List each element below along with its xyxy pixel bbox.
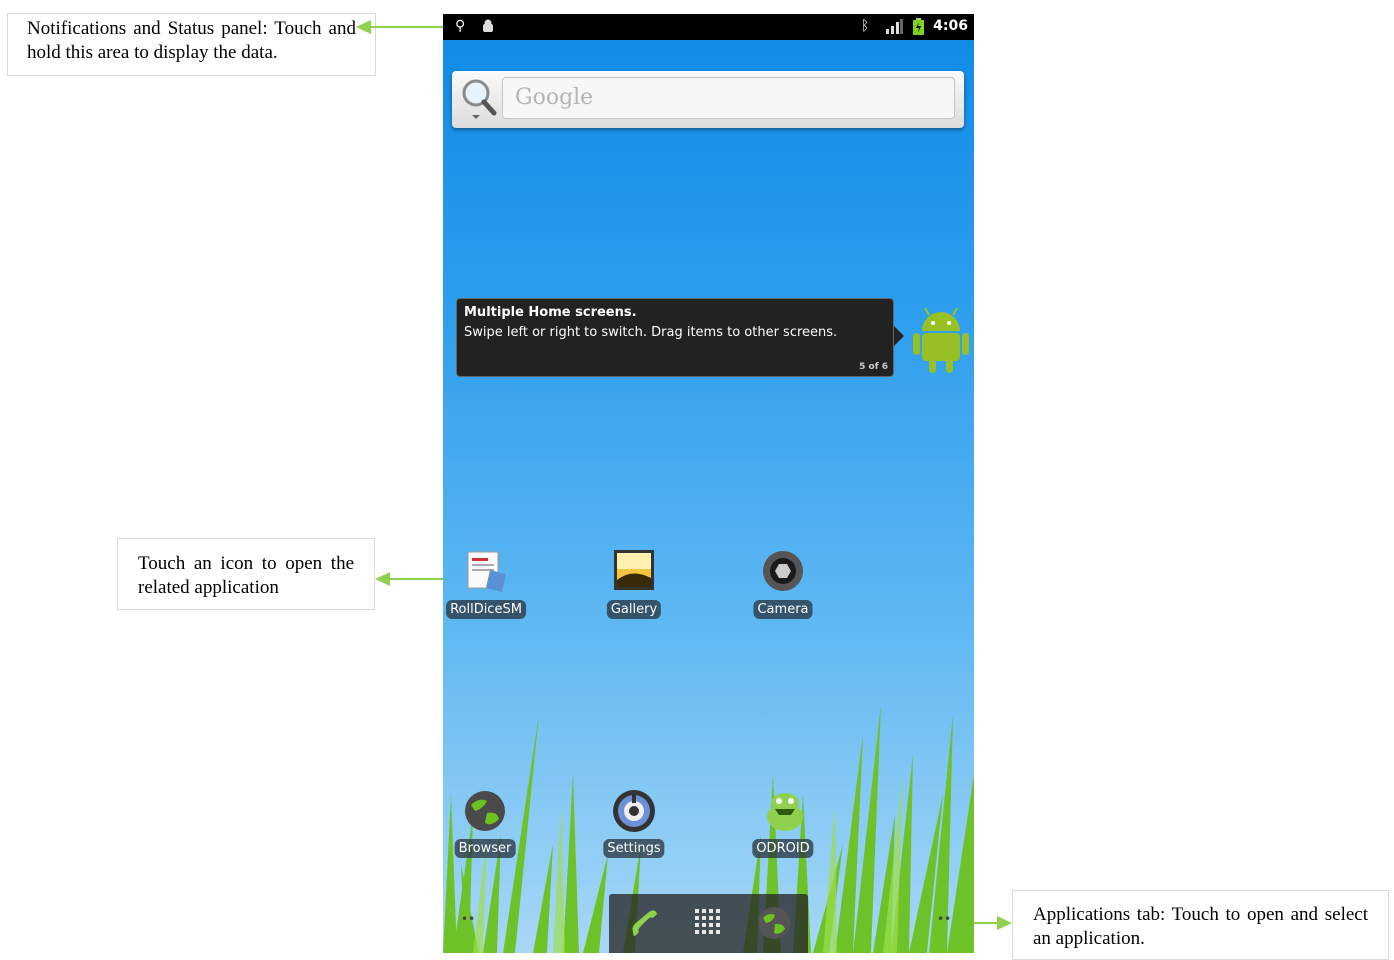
settings-icon xyxy=(612,789,656,833)
app-camera[interactable]: Camera xyxy=(738,550,828,630)
signal-icon xyxy=(885,19,903,38)
google-search-widget[interactable]: Google xyxy=(452,71,964,128)
home-screen[interactable]: ⚲ ᛒ 4:06 Google Multiple Home screens. S… xyxy=(443,14,974,953)
browser-icon xyxy=(463,789,507,833)
apps-connector-arrow xyxy=(997,916,1012,930)
status-connector-arrow xyxy=(356,20,371,34)
tooltip-body: Swipe left or right to switch. Drag item… xyxy=(464,325,838,340)
phone-icon[interactable] xyxy=(627,906,661,944)
dock-bar xyxy=(609,894,808,953)
home-screens-tooltip: Multiple Home screens. Swipe left or rig… xyxy=(456,298,894,377)
app-settings[interactable]: Settings xyxy=(589,789,679,869)
right-page-indicator[interactable]: •• xyxy=(937,912,951,926)
apps-tab-annotation: Applications tab: Touch to open and sele… xyxy=(1012,890,1389,960)
app-label-gallery: Gallery xyxy=(606,600,662,619)
icon-connector-arrow xyxy=(375,572,390,586)
battery-icon xyxy=(913,18,924,39)
dock-browser-icon[interactable] xyxy=(757,906,791,944)
status-connector-line xyxy=(370,26,452,28)
app-label-rolldicesm: RollDiceSM xyxy=(446,600,526,619)
tooltip-tail xyxy=(894,326,904,346)
status-panel-annotation: Notifications and Status panel: Touch an… xyxy=(7,13,376,76)
rolldice-icon xyxy=(464,550,508,594)
search-input[interactable]: Google xyxy=(502,77,955,119)
app-label-odroid: ODROID xyxy=(752,839,814,858)
status-bar[interactable]: ⚲ ᛒ 4:06 xyxy=(443,14,974,40)
app-browser[interactable]: Browser xyxy=(443,789,530,869)
odroid-icon xyxy=(761,789,805,833)
camera-icon xyxy=(761,550,805,594)
app-drawer-icon[interactable] xyxy=(695,909,721,939)
usb-icon: ⚲ xyxy=(455,18,466,34)
app-label-browser: Browser xyxy=(454,839,516,858)
tooltip-title: Multiple Home screens. xyxy=(464,305,637,320)
tooltip-counter: 5 of 6 xyxy=(859,362,888,372)
app-label-camera: Camera xyxy=(753,600,813,619)
gallery-icon xyxy=(612,550,656,594)
status-time: 4:06 xyxy=(933,18,968,34)
app-gallery[interactable]: Gallery xyxy=(589,550,679,630)
android-mascot-icon xyxy=(912,305,970,377)
icon-annotation: Touch an icon to open the related applic… xyxy=(117,538,375,610)
search-icon[interactable] xyxy=(458,77,498,125)
app-odroid[interactable]: ODROID xyxy=(738,789,828,869)
left-page-indicator[interactable]: •• xyxy=(461,912,475,926)
android-debug-icon xyxy=(481,19,495,37)
app-label-settings: Settings xyxy=(603,839,665,858)
bluetooth-icon: ᛒ xyxy=(861,18,870,34)
app-rolldicesm[interactable]: RollDiceSM xyxy=(443,550,531,630)
